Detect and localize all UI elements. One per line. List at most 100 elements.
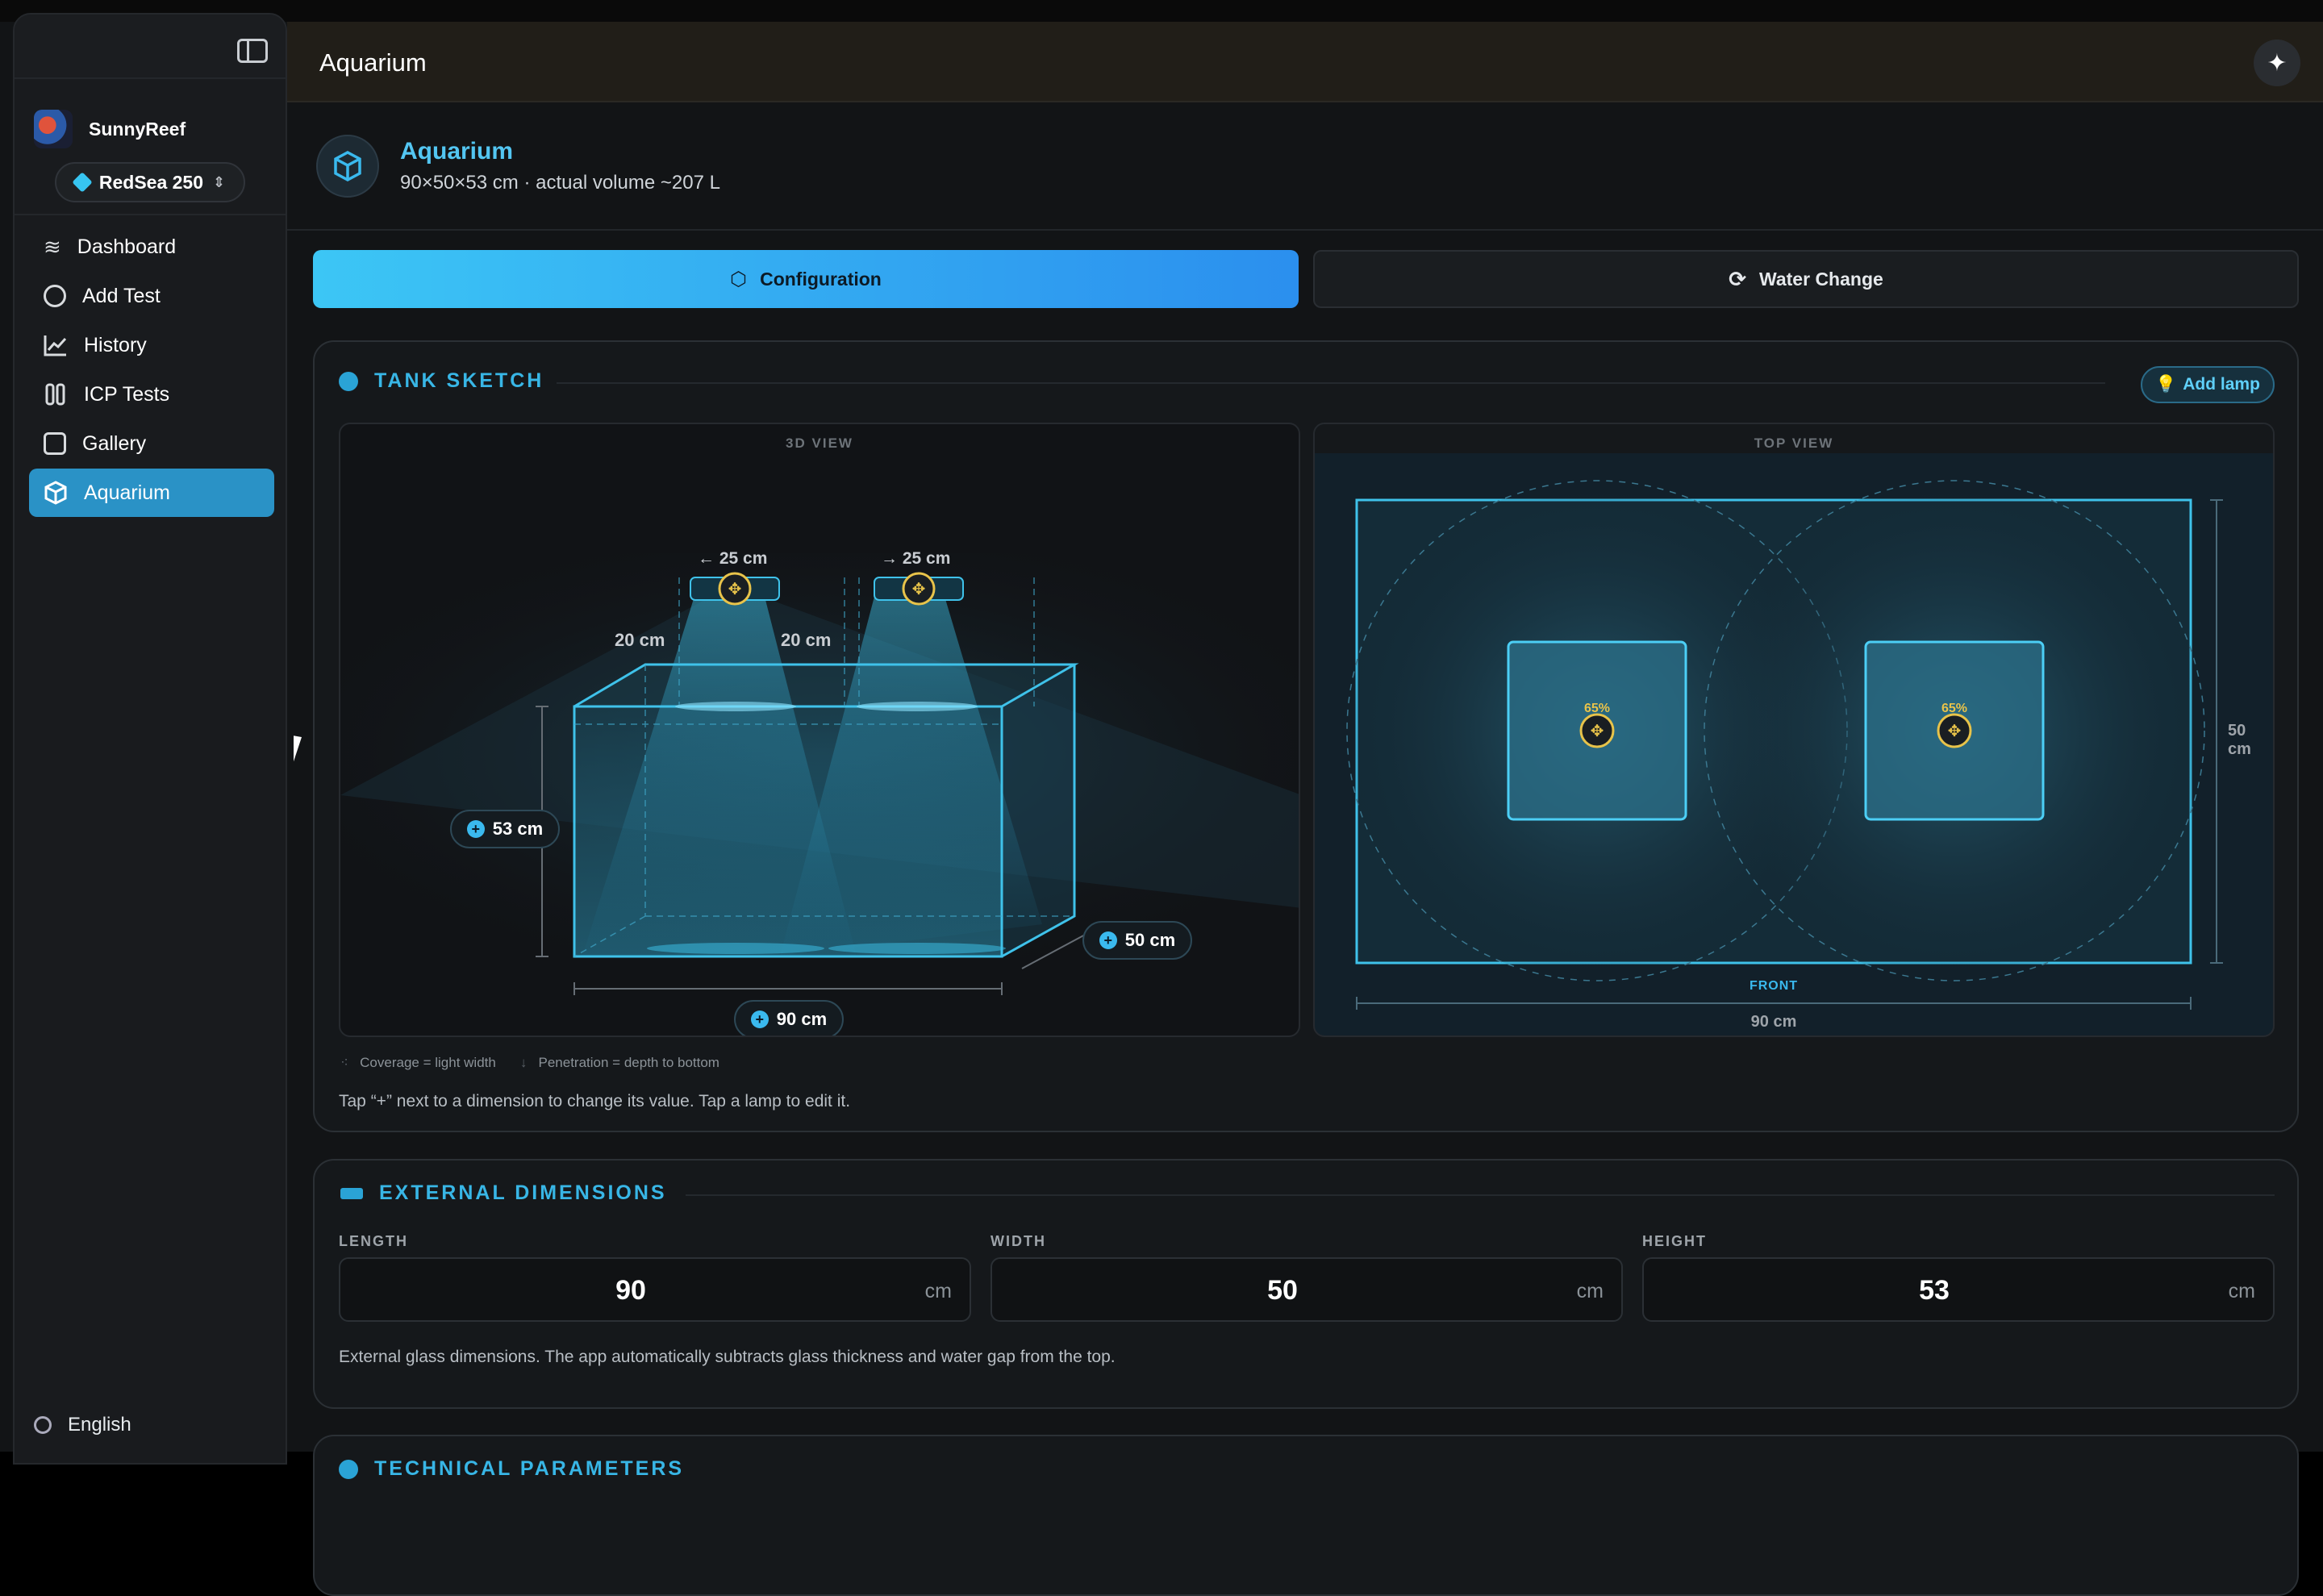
width-label: WIDTH [991,1233,1046,1249]
length-dimension-button[interactable]: + 90 cm [734,1000,844,1036]
sidebar-header [15,15,286,79]
sidebar: SunnyReef RedSea 250 ⇕ ≋ Dashboard Add T… [13,13,287,1465]
width-field[interactable]: 50 cm [991,1257,1623,1322]
sidebar-item-aquarium[interactable]: Aquarium [29,469,274,517]
main-content: Aquarium 90×50×53 cm · actual volume ~20… [287,102,2323,1596]
tab-water-change[interactable]: ⟳ Water Change [1313,250,2299,308]
layers-icon [72,172,93,193]
width-badge-label: 50 cm [1124,930,1176,950]
arrow-down-icon: ↓ [519,1055,528,1070]
avatar [34,110,73,148]
divider [287,229,2323,231]
tab-configuration[interactable]: ⬡ Configuration [313,250,1299,308]
coverage-icon: ⁖ [340,1055,348,1070]
sparkle-icon[interactable]: ✦ [2254,40,2300,86]
section-title-text: TANK SKETCH [374,369,544,392]
lamp2-offset-label: → 25 cm [881,549,951,568]
legend-penetration: ↓ Penetration = depth to bottom [520,1055,719,1071]
page-title: Aquarium [319,48,427,77]
sidebar-toggle-icon[interactable] [237,39,268,63]
tank-sketch-card: TANK SKETCH 💡 Add lamp 3D VIEW ✥ ✥ ← 25 … [313,340,2299,1132]
app-header: Aquarium ✦ [287,22,2323,102]
height-field[interactable]: 53 cm [1642,1257,2275,1322]
lamp-2[interactable] [902,572,936,606]
external-dimensions-card: EXTERNAL DIMENSIONS LENGTH 90 cm WIDTH 5… [313,1159,2299,1409]
lamp1-offset-label: ← 25 cm [698,549,768,568]
user-name: SunnyReef [89,118,186,140]
user-profile[interactable]: SunnyReef [34,110,186,148]
length-label: LENGTH [339,1233,408,1249]
length-badge-label: 90 cm [776,1009,828,1029]
add-lamp-label: Add lamp [2183,375,2260,394]
cube-icon [316,135,379,198]
sidebar-item-add-test[interactable]: Add Test [29,272,274,320]
front-label: FRONT [1749,979,1799,993]
dimensions-note: External glass dimensions. The app autom… [339,1348,1116,1366]
cube-icon [339,371,358,391]
width-dimension-button[interactable]: + 50 cm [1082,921,1192,960]
legend-penetration-text: Penetration = depth to bottom [538,1055,719,1070]
tank-header: Aquarium 90×50×53 cm · actual volume ~20… [316,135,720,198]
unit-label: cm [1576,1280,1604,1302]
section-title-text: EXTERNAL DIMENSIONS [379,1181,667,1204]
tab-label: Water Change [1759,268,1883,290]
lamp-1[interactable] [718,572,752,606]
tank-subtitle: 90×50×53 cm · actual volume ~207 L [400,172,720,194]
language-label: English [68,1414,131,1436]
sidebar-nav: ≋ Dashboard Add Test History ICP Tests G… [15,214,286,517]
tab-bar: ⬡ Configuration ⟳ Water Change [313,250,2299,308]
test-tubes-icon [45,383,65,406]
sketch-legend: ⁖ Coverage = light width ↓ Penetration =… [340,1055,719,1071]
technical-parameters-card: TECHNICAL PARAMETERS [313,1435,2299,1596]
ruler-icon [340,1187,363,1199]
bulb-icon: 💡 [2155,375,2177,394]
sidebar-item-label: ICP Tests [84,382,170,406]
length-field[interactable]: 90 cm [339,1257,971,1322]
top-length-label: 90 cm [1750,1013,1797,1031]
tank-name: Aquarium [400,138,514,165]
plus-circle-icon: + [750,1011,769,1028]
unit-label: cm [2228,1280,2255,1302]
tank-selector[interactable]: RedSea 250 ⇕ [55,162,245,202]
waves-icon: ≋ [44,234,61,259]
cube-icon [44,481,67,505]
sidebar-item-dashboard[interactable]: ≋ Dashboard [29,223,274,271]
chevron-updown-icon: ⇕ [213,173,226,190]
section-title: TECHNICAL PARAMETERS [339,1457,684,1481]
sidebar-item-gallery[interactable]: Gallery [29,419,274,468]
sidebar-item-history[interactable]: History [29,321,274,369]
chart-line-icon [44,335,67,356]
section-title: EXTERNAL DIMENSIONS [340,1181,667,1205]
sidebar-item-label: Dashboard [77,235,177,258]
lamp1-height-label: 20 cm [615,630,665,650]
sidebar-item-label: Aquarium [84,481,170,504]
layers-icon [339,1459,358,1479]
legend-coverage: ⁖ Coverage = light width [340,1055,496,1071]
tab-label: Configuration [760,268,882,290]
add-lamp-button[interactable]: 💡 Add lamp [2141,366,2275,403]
top-lamp-1[interactable] [1508,642,1686,819]
view-3d: 3D VIEW ✥ ✥ ← 25 cm → 25 cm 20 cm 20 cm … [339,423,1300,1037]
view-top: TOP VIEW ✥ ✥ 65% 65% FRONT 90 cm 50 cm [1313,423,2275,1037]
divider [686,1194,2275,1196]
sidebar-item-label: Gallery [82,431,147,455]
legend-coverage-text: Coverage = light width [360,1055,496,1070]
top-lamp-2[interactable] [1866,642,2043,819]
height-dimension-button[interactable]: + 53 cm [450,810,560,848]
height-label: HEIGHT [1642,1233,1708,1249]
height-badge-label: 53 cm [492,819,544,839]
unit-label: cm [924,1280,952,1302]
tank-top-drawing: ✥ ✥ [1346,480,2223,1010]
length-value: 90 [615,1275,646,1306]
sidebar-item-label: Add Test [82,284,161,307]
top-width-label: 50 cm [2228,722,2251,758]
sidebar-item-icp-tests[interactable]: ICP Tests [29,370,274,419]
lamp2-height-label: 20 cm [781,630,832,650]
divider [557,382,2105,384]
system-top-bar [0,0,2323,22]
sketch-hint: Tap “+” next to a dimension to change it… [339,1092,851,1111]
refresh-icon: ⟳ [1729,266,1746,291]
mouse-cursor-icon [294,735,310,765]
width-value: 50 [1267,1275,1298,1306]
language-selector[interactable]: English [34,1414,131,1436]
